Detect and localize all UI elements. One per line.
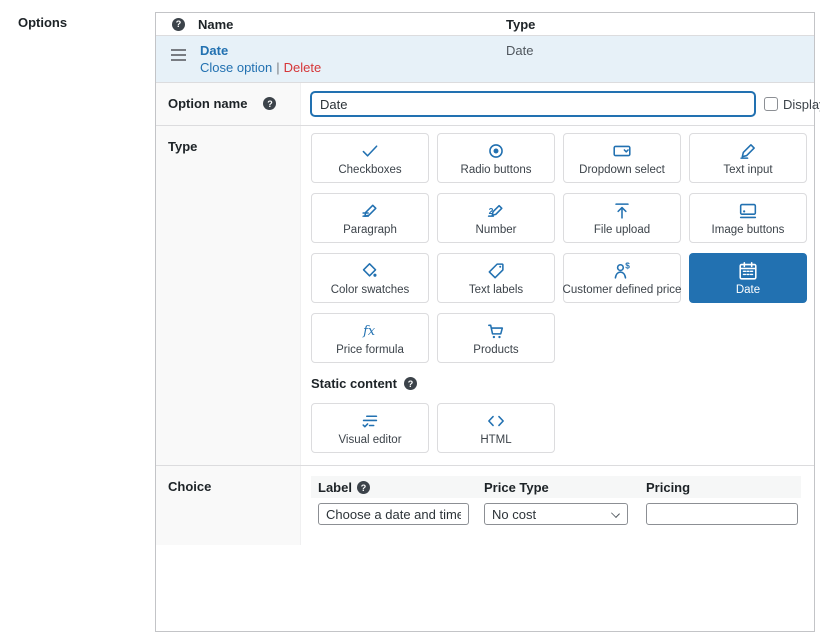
choice-label-cell: Choice — [156, 466, 301, 545]
choice-column-pricing: Pricing — [646, 480, 691, 495]
choice-table-header: Label ? Price Type Pricing — [311, 476, 801, 498]
cart-icon — [485, 320, 507, 342]
close-option-link[interactable]: Close option — [200, 60, 272, 75]
type-content: Checkboxes Radio buttons Dropdown select — [301, 126, 814, 465]
type-card-file-upload[interactable]: File upload — [563, 193, 681, 243]
display-checkbox-label: Display — [783, 96, 820, 112]
person-dollar-icon: $ — [611, 260, 633, 282]
option-row: Date Close option | Delete Date — [156, 36, 814, 83]
help-icon[interactable]: ? — [356, 481, 370, 494]
static-content-cards-grid: Visual editor HTML — [311, 403, 811, 453]
dropdown-icon — [611, 140, 633, 162]
pencil-icon — [737, 140, 759, 162]
option-name-input[interactable] — [311, 92, 755, 116]
price-type-select-wrap: No cost — [484, 503, 628, 525]
option-name-label-cell: Option name ? — [156, 83, 301, 125]
choice-label: Choice — [168, 479, 212, 494]
static-content-heading: Static content ? — [311, 376, 814, 391]
column-header-type: Type — [506, 16, 536, 32]
formula-fx-icon: fx — [359, 320, 381, 342]
help-icon[interactable]: ? — [403, 377, 417, 390]
type-cards-grid: Checkboxes Radio buttons Dropdown select — [311, 133, 811, 363]
type-card-price-formula[interactable]: fx Price formula — [311, 313, 429, 363]
type-card-customer-defined-price[interactable]: $ Customer defined price — [563, 253, 681, 303]
choice-content: Label ? Price Type Pricing No cost — [301, 466, 814, 545]
type-card-dropdown-select[interactable]: Dropdown select — [563, 133, 681, 183]
image-icon — [737, 200, 759, 222]
type-card-visual-editor[interactable]: Visual editor — [311, 403, 429, 453]
type-card-image-buttons[interactable]: Image buttons — [689, 193, 807, 243]
checkmark-icon — [359, 140, 381, 162]
type-card-text-labels[interactable]: Text labels — [437, 253, 555, 303]
type-label: Type — [168, 139, 198, 154]
choice-input-row: No cost — [311, 503, 801, 525]
option-row-actions: Close option | Delete — [200, 60, 321, 75]
choice-row: Choice Label ? Price Type Pricing No cos… — [156, 466, 814, 545]
paragraph-pencil-icon — [359, 200, 381, 222]
options-section-label: Options — [18, 15, 68, 30]
type-card-checkboxes[interactable]: Checkboxes — [311, 133, 429, 183]
type-card-text-input[interactable]: Text input — [689, 133, 807, 183]
display-checkbox[interactable] — [764, 97, 778, 111]
option-name-label: Option name — [168, 96, 248, 111]
option-name-link[interactable]: Date — [200, 43, 228, 58]
type-card-radio-buttons[interactable]: Radio buttons — [437, 133, 555, 183]
type-card-html[interactable]: HTML — [437, 403, 555, 453]
option-row-info: Date Close option | Delete — [200, 43, 321, 75]
price-type-select[interactable]: No cost — [484, 503, 628, 525]
code-brackets-icon — [485, 410, 507, 432]
choice-label-input[interactable] — [318, 503, 469, 525]
help-icon[interactable]: ? — [263, 97, 277, 110]
radio-button-icon — [485, 140, 507, 162]
type-card-date[interactable]: Date — [689, 253, 807, 303]
choice-pricing-input[interactable] — [646, 503, 798, 525]
option-name-content: Display — [301, 83, 820, 125]
swatch-icon — [359, 260, 381, 282]
upload-icon — [611, 200, 633, 222]
type-card-products[interactable]: Products — [437, 313, 555, 363]
column-header-name: Name — [198, 16, 234, 32]
tag-icon — [485, 260, 507, 282]
drag-handle-icon[interactable] — [171, 54, 186, 56]
help-icon[interactable]: ? — [172, 17, 185, 31]
svg-text:$: $ — [625, 262, 630, 271]
svg-text:fx: fx — [362, 324, 376, 339]
type-card-number[interactable]: 2 Number — [437, 193, 555, 243]
delete-option-link[interactable]: Delete — [284, 60, 322, 75]
choice-column-label: Label ? — [318, 480, 484, 495]
option-type-value: Date — [506, 43, 534, 58]
type-row: Type Checkboxes Radio buttons Dropdown s… — [156, 126, 814, 466]
choice-column-price-type: Price Type — [484, 480, 549, 495]
options-table-header: ? Name Type — [156, 13, 814, 36]
type-label-cell: Type — [156, 126, 301, 465]
type-card-paragraph[interactable]: Paragraph — [311, 193, 429, 243]
type-card-color-swatches[interactable]: Color swatches — [311, 253, 429, 303]
options-panel: ? Name Type Date Close option | Delete Dat… — [155, 12, 820, 632]
display-checkbox-wrap: Display — [764, 97, 820, 112]
option-name-row: Option name ? Display — [156, 83, 820, 126]
action-separator: | — [276, 60, 280, 75]
number-pencil-icon: 2 — [485, 200, 507, 222]
calendar-icon — [737, 260, 759, 282]
editor-lines-icon — [359, 410, 381, 432]
